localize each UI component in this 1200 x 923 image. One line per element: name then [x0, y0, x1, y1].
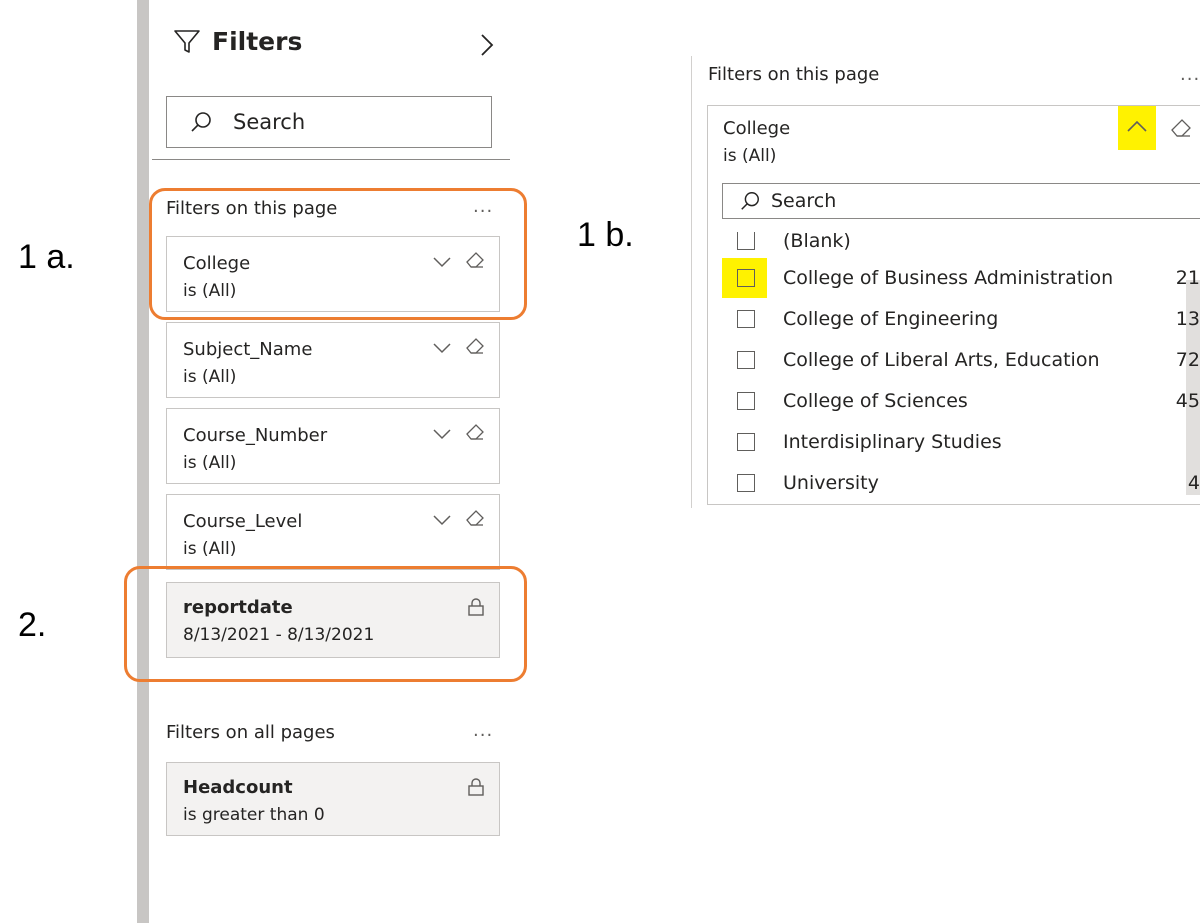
filter-card-name: Course_Level	[183, 511, 303, 532]
list-item-count: 130	[1175, 307, 1200, 330]
list-item[interactable]: College of Engineering 130	[722, 298, 1200, 339]
checkbox[interactable]	[737, 350, 755, 369]
list-item-count: 454	[1175, 389, 1200, 412]
annotation-box-1a	[149, 188, 527, 320]
checkbox[interactable]	[737, 268, 755, 287]
list-item-label: College of Sciences	[783, 389, 968, 412]
list-item[interactable]: College of Sciences 454	[722, 380, 1200, 421]
annotation-box-2	[124, 566, 527, 682]
checkbox[interactable]	[737, 309, 755, 328]
filter-card-sub: is (All)	[183, 453, 237, 473]
value-list: (Blank) 1 College of Business Administra…	[722, 225, 1200, 503]
eraser-icon[interactable]	[465, 423, 485, 445]
checkbox[interactable]	[737, 432, 755, 451]
marker-2: 2.	[18, 606, 47, 644]
list-item-label: College of Liberal Arts, Education	[783, 348, 1100, 371]
filter-card-sub: is greater than 0	[183, 805, 325, 825]
list-item-label: Interdisiplinary Studies	[783, 430, 1002, 453]
section-label-all: Filters on all pages	[166, 722, 335, 743]
filter-card-course-level[interactable]: Course_Level is (All)	[166, 494, 500, 570]
list-item-count: 721	[1175, 348, 1200, 371]
divider	[152, 159, 510, 160]
expanded-filter-name: College	[723, 118, 791, 139]
eraser-icon[interactable]	[465, 337, 485, 359]
list-item[interactable]: Interdisiplinary Studies 6	[722, 421, 1200, 462]
expanded-filter-sub: is (All)	[723, 146, 777, 166]
filter-card-name: Subject_Name	[183, 339, 313, 360]
filter-card-course-number[interactable]: Course_Number is (All)	[166, 408, 500, 484]
chevron-down-icon[interactable]	[433, 425, 451, 444]
chevron-down-icon[interactable]	[433, 511, 451, 530]
list-item[interactable]: (Blank) 1	[722, 225, 1200, 257]
checkbox[interactable]	[737, 232, 755, 250]
list-item[interactable]: University 42	[722, 462, 1200, 503]
chevron-down-icon[interactable]	[433, 339, 451, 358]
list-item-count: 42	[1187, 471, 1200, 494]
eraser-icon[interactable]	[465, 509, 485, 531]
filters-title: Filters	[212, 26, 303, 56]
value-search-input[interactable]: Search	[722, 183, 1200, 219]
lock-icon	[467, 777, 485, 801]
chevron-right-icon[interactable]	[478, 30, 496, 64]
search-icon	[189, 110, 213, 134]
filter-card-sub: is (All)	[183, 367, 237, 387]
list-item-label: College of Business Administration	[783, 266, 1114, 289]
filter-card-name: Course_Number	[183, 425, 328, 446]
search-placeholder: Search	[233, 110, 306, 134]
list-item-count: 217	[1175, 266, 1200, 289]
filter-card-subject-name[interactable]: Subject_Name is (All)	[166, 322, 500, 398]
chevron-up-icon[interactable]	[1126, 118, 1148, 137]
pane-border	[137, 0, 149, 923]
list-item-label: (Blank)	[783, 230, 851, 252]
marker-1b: 1 b.	[577, 216, 634, 254]
more-options-expanded[interactable]: ...	[1180, 64, 1200, 85]
section-label-page-expanded: Filters on this page	[708, 64, 880, 85]
list-item[interactable]: College of Business Administration 217	[722, 257, 1200, 298]
search-icon	[739, 190, 761, 212]
eraser-icon[interactable]	[1170, 118, 1192, 142]
checkbox[interactable]	[737, 391, 755, 410]
panel-edge	[691, 56, 692, 508]
filter-icon	[172, 26, 202, 56]
filter-card-headcount[interactable]: Headcount is greater than 0	[166, 762, 500, 836]
more-options-all[interactable]: ...	[473, 720, 493, 741]
list-item-label: College of Engineering	[783, 307, 999, 330]
filters-pane-header: Filters	[172, 26, 302, 56]
checkbox[interactable]	[737, 473, 755, 492]
search-placeholder: Search	[771, 190, 837, 212]
filter-card-sub: is (All)	[183, 539, 237, 559]
filter-card-name: Headcount	[183, 777, 293, 798]
filters-search-input[interactable]: Search	[166, 96, 492, 148]
list-item[interactable]: College of Liberal Arts, Education 721	[722, 339, 1200, 380]
marker-1a: 1 a.	[18, 238, 75, 276]
list-item-label: University	[783, 471, 879, 494]
